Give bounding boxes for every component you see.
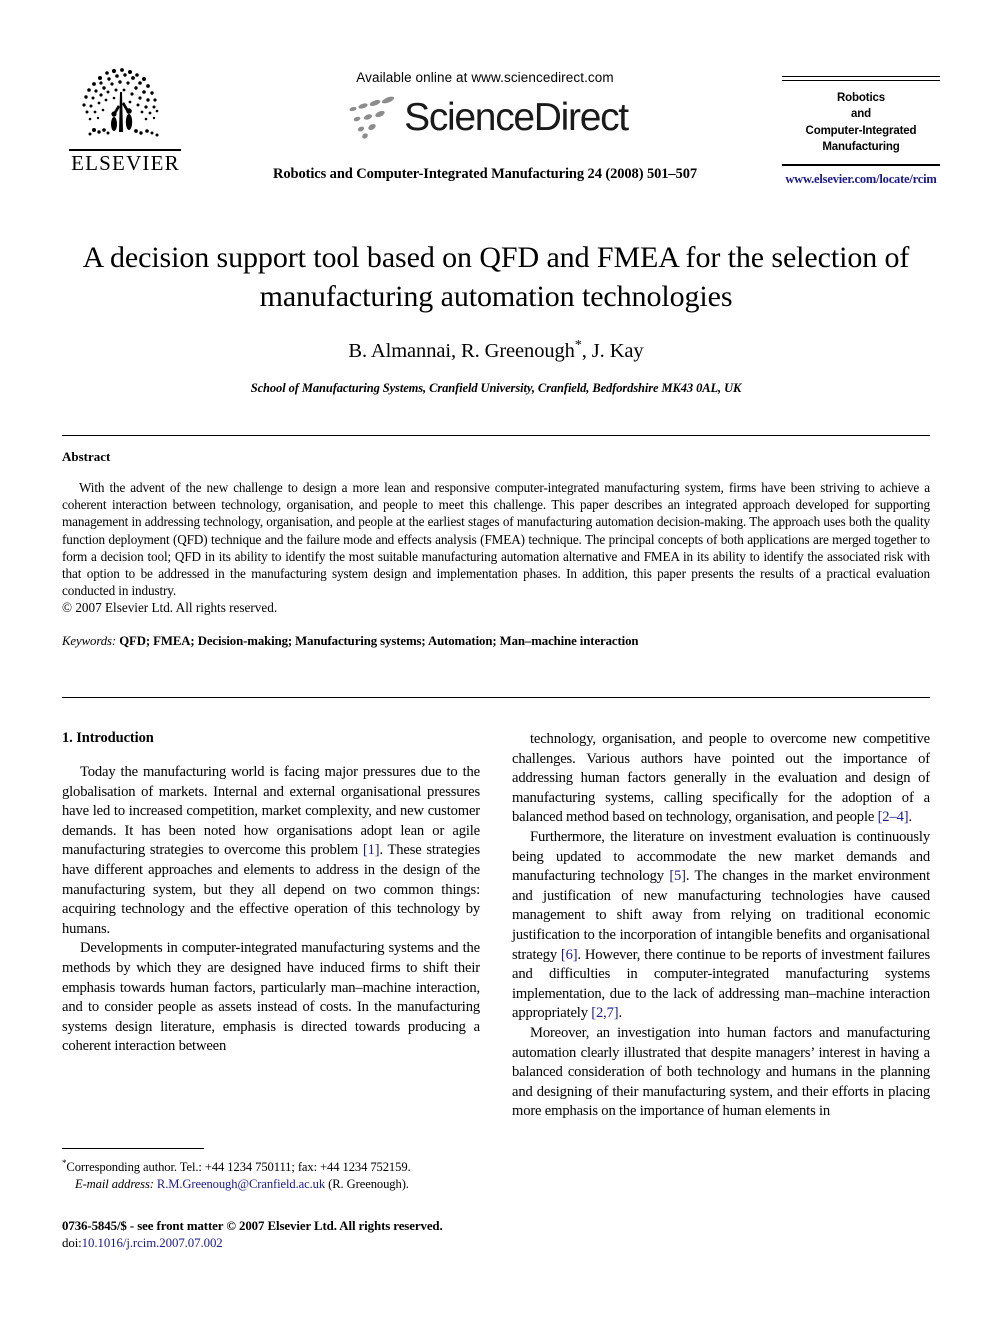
body-paragraph: technology, organisation, and people to …	[512, 730, 930, 828]
doi-label: doi:	[62, 1235, 82, 1250]
doi-link[interactable]: 10.1016/j.rcim.2007.07.002	[82, 1236, 223, 1250]
author-list: B. Almannai, R. Greenough*, J. Kay	[62, 338, 930, 363]
reference-link[interactable]: [2,7]	[591, 1005, 618, 1021]
keywords-label: Keywords:	[62, 633, 117, 648]
column-right: technology, organisation, and people to …	[512, 730, 930, 1122]
paragraph-text: Developments in computer-integrated manu…	[62, 940, 480, 1055]
body-paragraph: Today the manufacturing world is facing …	[62, 763, 480, 939]
issn-prefix: 0736-5845/$ - see front matter	[62, 1219, 227, 1233]
intro-paragraphs-right: technology, organisation, and people to …	[512, 730, 930, 1122]
paper-page: ELSEVIER Available online at www.science…	[0, 0, 992, 1323]
journal-box-line-4: Manufacturing	[822, 141, 900, 153]
column-left: 1. Introduction Today the manufacturing …	[62, 730, 480, 1057]
body-paragraph: Moreover, an investigation into human fa…	[512, 1024, 930, 1122]
abstract-bottom-rule	[62, 697, 930, 698]
abstract-heading: Abstract	[62, 449, 111, 464]
elsevier-wordmark: ELSEVIER	[71, 150, 180, 175]
journal-box-bottom-rule	[782, 163, 940, 166]
available-online-text: Available online at www.sciencedirect.co…	[356, 70, 614, 85]
elsevier-tree-icon	[70, 62, 180, 148]
intro-paragraphs-left: Today the manufacturing world is facing …	[62, 763, 480, 1057]
issn-front-matter-line: 0736-5845/$ - see front matter © 2007 El…	[62, 1218, 492, 1235]
journal-title-box: Robotics and Computer-Integrated Manufac…	[782, 76, 940, 187]
email-address-link[interactable]: R.M.Greenough@Cranfield.ac.uk	[157, 1177, 325, 1191]
journal-homepage-link[interactable]: www.elsevier.com/locate/rcim	[782, 172, 940, 187]
reference-link[interactable]: [1]	[363, 842, 380, 858]
corresponding-author-marker: *	[574, 338, 582, 353]
corresponding-author-footnote: *Corresponding author. Tel.: +44 1234 75…	[62, 1155, 480, 1176]
email-owner: (R. Greenough).	[328, 1176, 409, 1191]
reference-link[interactable]: [5]	[669, 868, 686, 884]
paragraph-text: .	[618, 1005, 622, 1022]
paragraph-text: .	[908, 809, 912, 826]
abstract-section: Abstract With the advent of the new chal…	[62, 449, 930, 649]
keywords-list: QFD; FMEA; Decision-making; Manufacturin…	[119, 633, 639, 648]
title-block: A decision support tool based on QFD and…	[62, 238, 930, 396]
paragraph-text: Moreover, an investigation into human fa…	[512, 1024, 930, 1120]
journal-box-line-2: and	[851, 108, 871, 120]
abstract-text: With the advent of the new challenge to …	[62, 480, 930, 599]
imprint-copyright: © 2007 Elsevier Ltd. All rights reserved…	[226, 1219, 443, 1233]
abstract-top-rule	[62, 435, 930, 436]
sciencedirect-wordmark: ScienceDirect	[404, 95, 629, 139]
masthead: ELSEVIER Available online at www.science…	[0, 0, 992, 205]
journal-box-line-1: Robotics	[837, 91, 885, 104]
email-label: E-mail address:	[75, 1176, 154, 1191]
affiliation: School of Manufacturing Systems, Cranfie…	[250, 380, 742, 395]
imprint-block: 0736-5845/$ - see front matter © 2007 El…	[62, 1218, 492, 1251]
footnote-area: *Corresponding author. Tel.: +44 1234 75…	[62, 1148, 480, 1192]
elsevier-logo: ELSEVIER	[62, 62, 187, 174]
body-paragraph: Furthermore, the literature on investmen…	[512, 828, 930, 1024]
sciencedirect-block: Available online at www.sciencedirect.co…	[255, 70, 715, 143]
body-paragraph: Developments in computer-integrated manu…	[62, 939, 480, 1057]
email-footnote: E-mail address: R.M.Greenough@Cranfield.…	[62, 1176, 480, 1193]
journal-box-line-3: Computer-Integrated	[805, 124, 917, 137]
authors-after-marker: , J. Kay	[581, 339, 644, 362]
journal-citation-line: Robotics and Computer-Integrated Manufac…	[272, 166, 697, 182]
section-heading-introduction: 1. Introduction	[62, 730, 154, 746]
doi-line: doi:10.1016/j.rcim.2007.07.002	[62, 1235, 492, 1252]
footnote-rule	[62, 1148, 204, 1149]
abstract-copyright: © 2007 Elsevier Ltd. All rights reserved…	[62, 600, 278, 616]
reference-link[interactable]: [2–4]	[878, 809, 909, 825]
keywords: Keywords: QFD; FMEA; Decision-making; Ma…	[62, 634, 930, 649]
corresponding-author-text: Corresponding author. Tel.: +44 1234 750…	[66, 1160, 411, 1175]
journal-box-top-rule	[782, 76, 940, 81]
reference-link[interactable]: [6]	[561, 947, 578, 963]
sciencedirect-swoosh-icon	[342, 94, 402, 140]
authors-before-marker: B. Almannai, R. Greenough	[348, 339, 575, 362]
page-title: A decision support tool based on QFD and…	[82, 241, 910, 313]
paragraph-text: technology, organisation, and people to …	[512, 731, 930, 826]
